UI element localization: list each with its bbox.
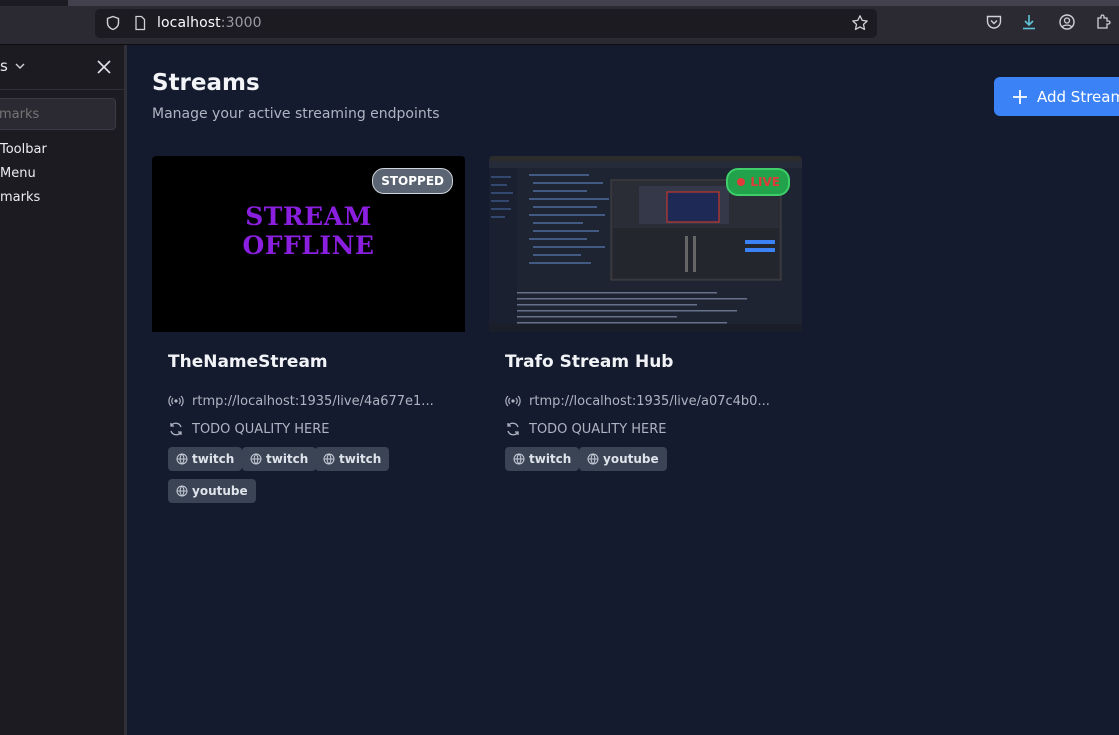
stream-thumbnail: STREAM OFFLINE STOPPED <box>152 156 465 332</box>
platform-tag: twitch <box>505 447 580 471</box>
stream-card[interactable]: LIVE Trafo Stream Hub rtmp://localhost:1… <box>489 156 802 516</box>
sidebar-search[interactable] <box>0 98 116 130</box>
shield-icon[interactable] <box>105 15 121 31</box>
stream-url: rtmp://localhost:1935/live/a07c4b0... <box>529 393 770 409</box>
browser-toolbar: localhost:3000 <box>0 0 1119 45</box>
stream-quality: TODO QUALITY HERE <box>192 421 330 437</box>
status-badge: LIVE <box>726 168 790 196</box>
close-icon[interactable] <box>95 58 113 76</box>
plus-icon <box>1013 89 1027 104</box>
stream-quality-row: TODO QUALITY HERE <box>168 421 330 437</box>
url-text[interactable]: localhost:3000 <box>157 15 262 31</box>
page-title: Streams <box>152 70 260 96</box>
add-stream-button[interactable]: Add Stream <box>994 77 1119 116</box>
sidebar-item-other[interactable]: marks <box>0 190 40 205</box>
globe-icon <box>176 453 188 465</box>
sidebar-divider <box>0 89 124 90</box>
stream-name: TheNameStream <box>168 352 328 372</box>
globe-icon <box>250 453 262 465</box>
stream-url-row: rtmp://localhost:1935/live/4a677e1... <box>168 393 434 409</box>
stream-url: rtmp://localhost:1935/live/4a677e1... <box>192 393 434 409</box>
globe-icon <box>587 453 599 465</box>
stream-thumbnail: LIVE <box>489 156 802 332</box>
offline-placeholder: STREAM OFFLINE <box>242 202 375 260</box>
downloads-icon[interactable] <box>1020 13 1038 31</box>
stream-quality-row: TODO QUALITY HERE <box>505 421 667 437</box>
sidebar-item-menu[interactable]: Menu <box>0 166 36 181</box>
platform-tag: twitch <box>315 447 390 471</box>
pocket-icon[interactable] <box>985 13 1003 31</box>
globe-icon <box>513 453 525 465</box>
refresh-icon <box>507 422 519 436</box>
status-badge: STOPPED <box>372 168 453 194</box>
bookmark-star-icon[interactable] <box>851 14 869 32</box>
globe-icon <box>323 453 335 465</box>
url-bar[interactable]: localhost:3000 <box>95 9 877 38</box>
sidebar-item-toolbar[interactable]: Toolbar <box>0 142 47 157</box>
broadcast-icon <box>505 395 521 407</box>
platform-tag: youtube <box>579 447 667 471</box>
broadcast-icon <box>168 395 184 407</box>
page-icon <box>135 15 146 31</box>
stream-card[interactable]: STREAM OFFLINE STOPPED TheNameStream rtm… <box>152 156 465 516</box>
globe-icon <box>176 485 188 497</box>
tab-strip <box>0 0 1119 6</box>
live-dot-icon <box>737 178 746 186</box>
page-subtitle: Manage your active streaming endpoints <box>152 106 440 122</box>
platform-tag: twitch <box>242 447 317 471</box>
extensions-icon[interactable] <box>1094 13 1112 31</box>
stream-url-row: rtmp://localhost:1935/live/a07c4b0... <box>505 393 770 409</box>
platform-tag: youtube <box>168 479 256 503</box>
add-stream-label: Add Stream <box>1037 87 1119 106</box>
sidebar-title[interactable]: s <box>0 57 8 75</box>
account-icon[interactable] <box>1058 13 1076 31</box>
stream-quality: TODO QUALITY HERE <box>529 421 667 437</box>
bookmarks-sidebar: s Toolbar Menu marks <box>0 45 127 735</box>
chevron-down-icon[interactable] <box>14 61 26 71</box>
refresh-icon <box>170 422 182 436</box>
platform-tag: twitch <box>168 447 243 471</box>
stream-name: Trafo Stream Hub <box>505 352 674 372</box>
sidebar-search-input[interactable] <box>0 99 115 129</box>
